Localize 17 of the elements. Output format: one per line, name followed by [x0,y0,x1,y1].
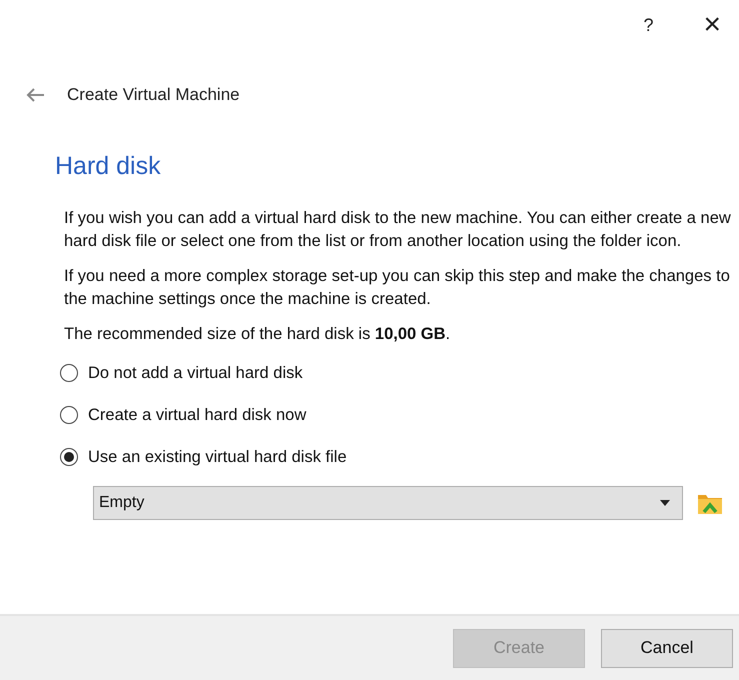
disk-dropdown[interactable]: Empty [93,486,683,520]
help-button[interactable]: ? [643,14,654,36]
radio-button[interactable] [60,448,78,466]
page-heading: Hard disk [55,152,162,181]
description-text: If you wish you can add a virtual hard disk to the new machine. You can either create a new hard disk file or select one from the list or from another location using the folder icon. [64,208,731,252]
option-label[interactable]: Use an existing virtual hard disk file [88,448,347,466]
option-label[interactable]: Do not add a virtual hard disk [88,364,303,382]
description-text: The recommended size of the hard disk is 10,00 GB. [64,324,452,345]
close-button[interactable]: × [703,10,721,40]
back-icon[interactable] [25,87,45,103]
caret-icon [660,500,670,506]
option-label[interactable]: Create a virtual hard disk now [88,406,306,424]
dialog-button[interactable]: Cancel [601,628,733,668]
description-text: If you need a more complex storage set-up you can skip this step and make the changes to the machine settings once the machine is created. [64,266,731,310]
radio-button[interactable] [60,364,78,382]
wizard-title: Create Virtual Machine [67,85,240,105]
radio-button[interactable] [60,406,78,424]
